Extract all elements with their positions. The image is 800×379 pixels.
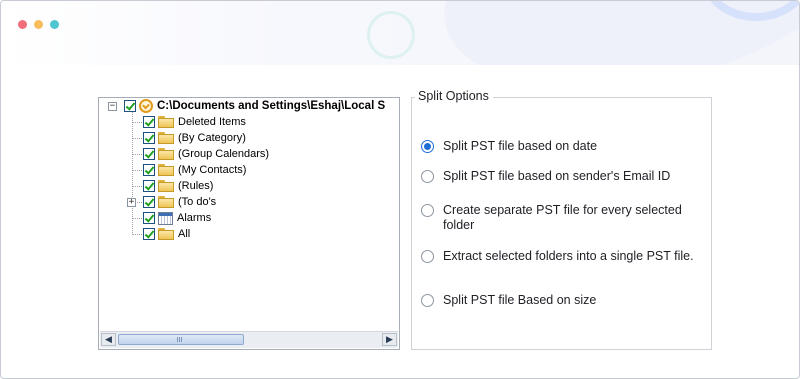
option-split-by-date[interactable]: Split PST file based on date — [421, 139, 703, 154]
tree-item[interactable]: Deleted Items — [143, 114, 246, 130]
scroll-left-icon[interactable]: ◀ — [101, 333, 116, 346]
tree-line — [132, 122, 142, 123]
checkbox-checked-icon[interactable] — [143, 148, 155, 160]
expand-icon[interactable]: + — [127, 198, 136, 207]
window-controls — [18, 20, 59, 29]
maximize-dot-icon[interactable] — [50, 20, 59, 29]
option-label: Extract selected folders into a single P… — [443, 249, 694, 263]
tree-item-label: Alarms — [177, 212, 212, 224]
tree-item-label: All — [178, 228, 191, 240]
folder-icon — [158, 180, 174, 192]
tree-item-label: (By Category) — [178, 132, 246, 144]
minimize-dot-icon[interactable] — [34, 20, 43, 29]
checkbox-checked-icon[interactable] — [143, 164, 155, 176]
checkbox-checked-icon[interactable] — [143, 212, 155, 224]
tree-item[interactable]: (By Category) — [143, 130, 246, 146]
radio-icon[interactable] — [421, 250, 434, 263]
checkbox-checked-icon[interactable] — [143, 116, 155, 128]
tree-line — [132, 218, 142, 219]
decorative-ring — [367, 11, 415, 59]
pst-file-icon — [139, 99, 153, 113]
radio-icon[interactable] — [421, 204, 434, 217]
option-label: Split PST file Based on size — [443, 293, 597, 307]
radio-selected-icon[interactable] — [421, 140, 434, 153]
calendar-icon — [158, 211, 173, 225]
tree-item-label: (Rules) — [178, 180, 214, 192]
checkbox-checked-icon[interactable] — [124, 100, 136, 112]
tree-root[interactable]: C:\Documents and Settings\Eshaj\Local S — [124, 98, 385, 114]
window-header — [1, 1, 799, 65]
folder-icon — [158, 148, 174, 160]
tree-item[interactable]: (Rules) — [143, 178, 213, 194]
option-label: Create separate PST file for every selec… — [443, 203, 682, 232]
folder-icon — [158, 228, 174, 240]
folder-icon — [158, 164, 174, 176]
folder-icon — [158, 116, 174, 128]
tree-item[interactable]: Alarms — [143, 210, 211, 226]
tree-line — [132, 154, 142, 155]
tree-item[interactable]: (Group Calendars) — [143, 146, 269, 162]
folder-icon — [158, 196, 174, 208]
option-label: Split PST file based on sender's Email I… — [443, 169, 671, 183]
radio-icon[interactable] — [421, 170, 434, 183]
tree-line — [132, 112, 133, 235]
checkbox-checked-icon[interactable] — [143, 228, 155, 240]
option-label: Split PST file based on date — [443, 139, 598, 153]
scrollbar-thumb[interactable] — [118, 334, 244, 345]
tree-line — [132, 138, 142, 139]
window-frame: − C:\Documents and Settings\Eshaj\Local … — [0, 0, 800, 379]
folder-icon — [158, 132, 174, 144]
option-split-by-size[interactable]: Split PST file Based on size — [421, 293, 703, 308]
radio-icon[interactable] — [421, 294, 434, 307]
tree-item-label: Deleted Items — [178, 116, 246, 128]
tree-item-label: (Group Calendars) — [178, 148, 270, 160]
tree-item[interactable]: All — [143, 226, 190, 242]
tree-line — [132, 186, 142, 187]
folder-tree[interactable]: − C:\Documents and Settings\Eshaj\Local … — [98, 97, 400, 350]
split-options-title: Split Options — [415, 89, 493, 103]
tree-item[interactable]: (My Contacts) — [143, 162, 246, 178]
tree-line — [132, 170, 142, 171]
checkbox-checked-icon[interactable] — [143, 180, 155, 192]
collapse-icon[interactable]: − — [108, 102, 117, 111]
close-dot-icon[interactable] — [18, 20, 27, 29]
tree-item-label: (To do's — [178, 196, 217, 208]
option-split-by-sender[interactable]: Split PST file based on sender's Email I… — [421, 169, 703, 184]
option-extract-single-pst[interactable]: Extract selected folders into a single P… — [421, 249, 703, 264]
tree-root-label: C:\Documents and Settings\Eshaj\Local S — [157, 100, 386, 112]
tree-item[interactable]: (To do's — [143, 194, 216, 210]
scroll-right-icon[interactable]: ▶ — [382, 333, 397, 346]
checkbox-checked-icon[interactable] — [143, 196, 155, 208]
option-separate-per-folder[interactable]: Create separate PST file for every selec… — [421, 203, 703, 233]
tree-item-label: (My Contacts) — [178, 164, 247, 176]
horizontal-scrollbar[interactable]: ◀ ▶ — [100, 331, 398, 348]
tree-line — [132, 234, 142, 235]
checkbox-checked-icon[interactable] — [143, 132, 155, 144]
